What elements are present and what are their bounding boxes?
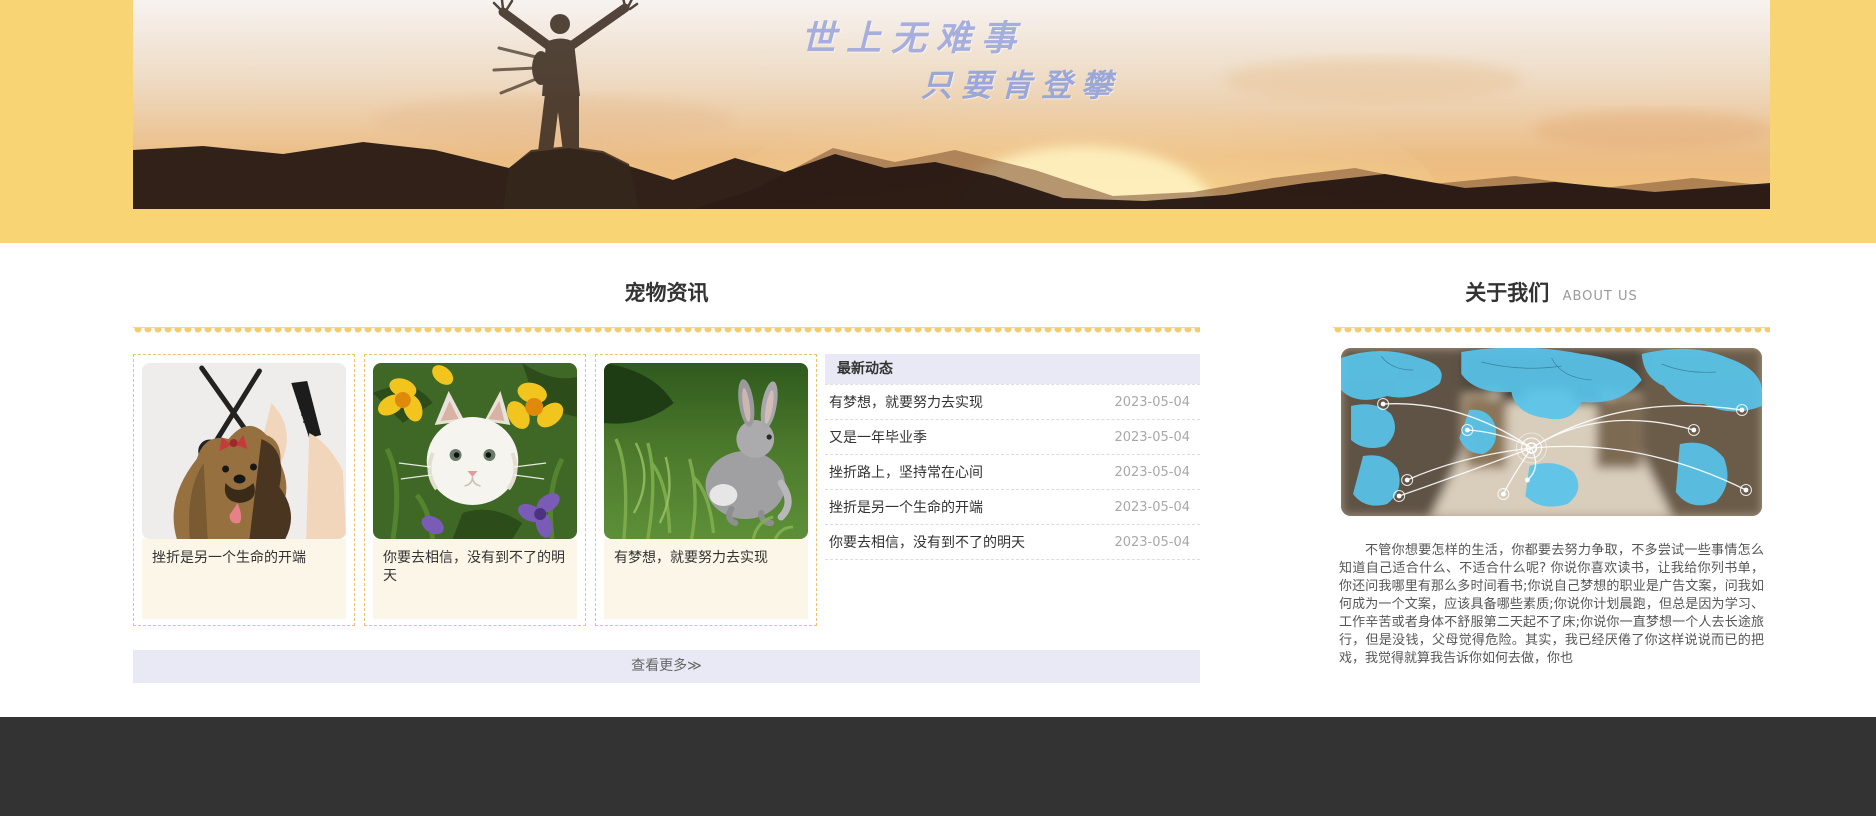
news-row-date: 2023-05-04: [1114, 394, 1190, 410]
latest-news-header: 最新动态: [825, 354, 1200, 384]
about-paragraph: 不管你想要怎样的生活，你都要去努力争取，不多尝试一些事情怎么知道自己适合什么、不…: [1339, 543, 1764, 666]
white-cat-flowers-image: [373, 363, 577, 539]
news-row-date: 2023-05-04: [1114, 429, 1190, 445]
news-card-caption: 挫折是另一个生命的开端: [142, 539, 346, 619]
news-row-title: 又是一年毕业季: [829, 430, 927, 446]
scallop-divider: [1333, 327, 1770, 336]
view-more-button[interactable]: 查看更多≫: [133, 650, 1200, 683]
news-row[interactable]: 你要去相信，没有到不了的明天 2023-05-04: [825, 525, 1200, 560]
news-row-date: 2023-05-04: [1114, 464, 1190, 480]
news-cards: 挫折是另一个生命的开端 你要去相信，没有到不了的明天 有梦想，就要努力去实现: [133, 354, 817, 626]
gray-rabbit-grass-image: [604, 363, 808, 539]
news-card-rabbit[interactable]: 有梦想，就要努力去实现: [595, 354, 817, 626]
main-content: 宠物资讯 挫折是另一个生命的开端 你要去相信，没有到不了的明天 有梦想，就要努力…: [0, 243, 1876, 717]
news-card-caption: 有梦想，就要努力去实现: [604, 539, 808, 619]
banner-slogan-line2: 只要肯登攀: [921, 68, 1121, 104]
about-title: 关于我们 ABOUT US: [1333, 277, 1770, 307]
about-section: 关于我们 ABOUT US 不管你想要怎样的生活，你都要去努力争取，不多尝试一些…: [1333, 243, 1770, 683]
pet-news-title: 宠物资讯: [624, 281, 709, 305]
news-card-cat[interactable]: 你要去相信，没有到不了的明天: [364, 354, 586, 626]
latest-news-list: 最新动态 有梦想，就要努力去实现 2023-05-04 又是一年毕业季 2023…: [825, 354, 1200, 626]
pet-news-section: 宠物资讯 挫折是另一个生命的开端 你要去相信，没有到不了的明天 有梦想，就要努力…: [133, 243, 1200, 683]
top-yellow-band: 世上无难事 只要肯登攀: [0, 0, 1876, 243]
news-row-title: 挫折是另一个生命的开端: [829, 500, 983, 516]
news-row[interactable]: 挫折路上，坚持常在心间 2023-05-04: [825, 455, 1200, 490]
news-row-title: 你要去相信，没有到不了的明天: [829, 535, 1025, 551]
news-row-date: 2023-05-04: [1114, 499, 1190, 515]
dog-grooming-image: [142, 363, 346, 539]
scallop-divider: [133, 327, 1200, 336]
news-row-title: 挫折路上，坚持常在心间: [829, 465, 983, 481]
hero-banner: 世上无难事 只要肯登攀: [133, 0, 1770, 209]
about-title-en: ABOUT US: [1562, 289, 1638, 304]
banner-slogan-line1: 世上无难事: [801, 19, 1027, 59]
news-row[interactable]: 又是一年毕业季 2023-05-04: [825, 420, 1200, 455]
news-row[interactable]: 挫折是另一个生命的开端 2023-05-04: [825, 490, 1200, 525]
news-card-caption: 你要去相信，没有到不了的明天: [373, 539, 577, 619]
page-footer: [0, 717, 1876, 816]
about-title-cn: 关于我们: [1465, 281, 1550, 305]
news-card-dog[interactable]: 挫折是另一个生命的开端: [133, 354, 355, 626]
news-row-title: 有梦想，就要努力去实现: [829, 395, 983, 411]
news-row-date: 2023-05-04: [1114, 534, 1190, 550]
world-map-image: [1341, 348, 1762, 516]
news-row[interactable]: 有梦想，就要努力去实现 2023-05-04: [825, 385, 1200, 420]
